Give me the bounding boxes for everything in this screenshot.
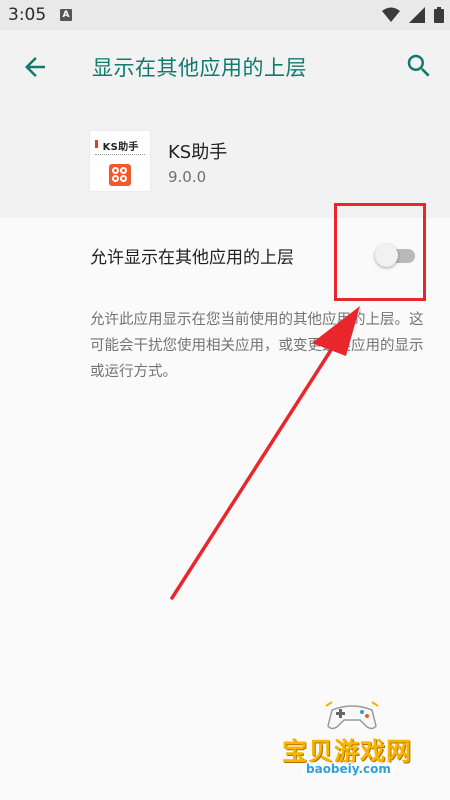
watermark-url: baobeiy.com: [302, 762, 395, 776]
annotation-arrow: [170, 306, 360, 600]
watermark: 宝贝游戏网 baobeiy.com: [282, 700, 432, 790]
gamepad-icon: [325, 701, 379, 730]
